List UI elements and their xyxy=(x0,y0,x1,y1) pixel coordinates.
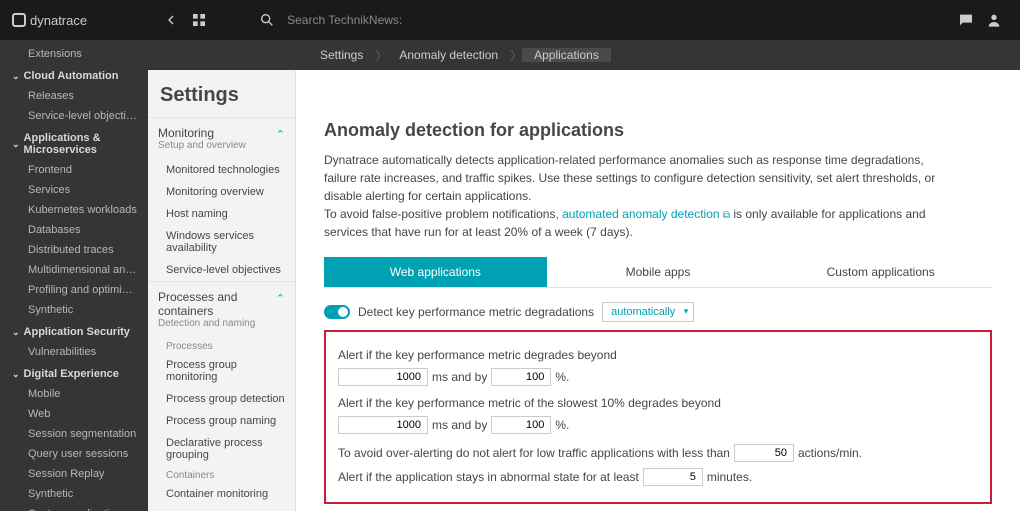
settings-item[interactable]: Container monitoring rules xyxy=(148,505,295,511)
app-type-tabs: Web applicationsMobile appsCustom applic… xyxy=(324,257,992,288)
nav-group[interactable]: ⌄Applications & Microservices xyxy=(0,126,148,160)
settings-nav: Settings MonitoringSetup and overview⌃Mo… xyxy=(148,70,296,511)
chat-icon[interactable] xyxy=(952,6,980,34)
nav-item[interactable]: Service-level objectives xyxy=(0,106,148,126)
user-icon[interactable] xyxy=(980,6,1008,34)
nav-item[interactable]: Distributed traces xyxy=(0,240,148,260)
settings-item[interactable]: Process group detection xyxy=(148,388,295,410)
external-icon: ⧉ xyxy=(723,210,730,221)
nav-item[interactable]: Profiling and optimization xyxy=(0,280,148,300)
settings-item[interactable]: Service-level objectives xyxy=(148,259,295,281)
nav-group[interactable]: ⌄Application Security xyxy=(0,320,148,342)
slow-ms-input[interactable] xyxy=(338,416,428,434)
key-perf-mode-select[interactable]: automatically xyxy=(602,302,694,322)
breadcrumb: Settings〉Anomaly detection〉Applications xyxy=(148,40,1020,70)
brand-logo: dynatrace xyxy=(12,13,87,28)
settings-item[interactable]: Windows services availability xyxy=(148,225,295,259)
slow-pct-input[interactable] xyxy=(491,416,551,434)
primary-nav: Extensions⌄Cloud AutomationReleasesServi… xyxy=(0,40,148,511)
nav-item[interactable]: Multidimensional analysis xyxy=(0,260,148,280)
tab[interactable]: Custom applications xyxy=(769,257,992,287)
settings-item[interactable]: Process group naming xyxy=(148,410,295,432)
settings-item[interactable]: Monitored technologies xyxy=(148,159,295,181)
settings-title: Settings xyxy=(148,70,295,117)
nav-item[interactable]: Web xyxy=(0,404,148,424)
nav-item[interactable]: Synthetic xyxy=(0,300,148,320)
nav-item[interactable]: Session Replay xyxy=(0,464,148,484)
settings-group[interactable]: MonitoringSetup and overview⌃ xyxy=(148,117,295,159)
degrade-ms-input[interactable] xyxy=(338,368,428,386)
degrade-pct-input[interactable] xyxy=(491,368,551,386)
nav-group[interactable]: ⌄Digital Experience xyxy=(0,362,148,384)
nav-item[interactable]: Synthetic xyxy=(0,484,148,504)
search-icon[interactable] xyxy=(253,6,281,34)
nav-item[interactable]: Custom applications xyxy=(0,504,148,511)
settings-item[interactable]: Declarative process grouping xyxy=(148,432,295,466)
nav-item[interactable]: Mobile xyxy=(0,384,148,404)
settings-item[interactable]: Host naming xyxy=(148,203,295,225)
nav-item[interactable]: Vulnerabilities xyxy=(0,342,148,362)
logo-icon xyxy=(12,13,26,27)
settings-group[interactable]: Processes and containersDetection and na… xyxy=(148,281,295,337)
back-icon[interactable] xyxy=(157,6,185,34)
nav-item[interactable]: Kubernetes workloads xyxy=(0,200,148,220)
nav-item[interactable]: Query user sessions xyxy=(0,444,148,464)
tab[interactable]: Mobile apps xyxy=(547,257,770,287)
tab[interactable]: Web applications xyxy=(324,257,547,287)
crumb[interactable]: Anomaly detection xyxy=(387,48,510,62)
main-content: Anomaly detection for applications Dynat… xyxy=(296,100,1020,511)
crumb[interactable]: Applications xyxy=(522,48,611,62)
settings-item[interactable]: Container monitoring xyxy=(148,483,295,505)
settings-item[interactable]: Process group monitoring xyxy=(148,354,295,388)
abnormal-min-input[interactable] xyxy=(643,468,703,486)
settings-item[interactable]: Monitoring overview xyxy=(148,181,295,203)
low-traffic-input[interactable] xyxy=(734,444,794,462)
crumb[interactable]: Settings xyxy=(308,48,375,62)
nav-item[interactable]: Extensions xyxy=(0,44,148,64)
toggle-key-perf[interactable] xyxy=(324,305,350,319)
nav-group[interactable]: ⌄Cloud Automation xyxy=(0,64,148,86)
threshold-box: Alert if the key performance metric degr… xyxy=(324,330,992,504)
page-note: To avoid false-positive problem notifica… xyxy=(324,205,944,241)
nav-item[interactable]: Services xyxy=(0,180,148,200)
nav-item[interactable]: Session segmentation xyxy=(0,424,148,444)
nav-item[interactable]: Releases xyxy=(0,86,148,106)
nav-item[interactable]: Databases xyxy=(0,220,148,240)
toggle-key-perf-label: Detect key performance metric degradatio… xyxy=(358,305,594,319)
nav-item[interactable]: Frontend xyxy=(0,160,148,180)
page-intro: Dynatrace automatically detects applicat… xyxy=(324,151,944,205)
anomaly-link[interactable]: automated anomaly detection ⧉ xyxy=(562,207,730,221)
search-input[interactable] xyxy=(287,13,487,27)
page-title: Anomaly detection for applications xyxy=(324,120,992,141)
dashboard-icon[interactable] xyxy=(185,6,213,34)
